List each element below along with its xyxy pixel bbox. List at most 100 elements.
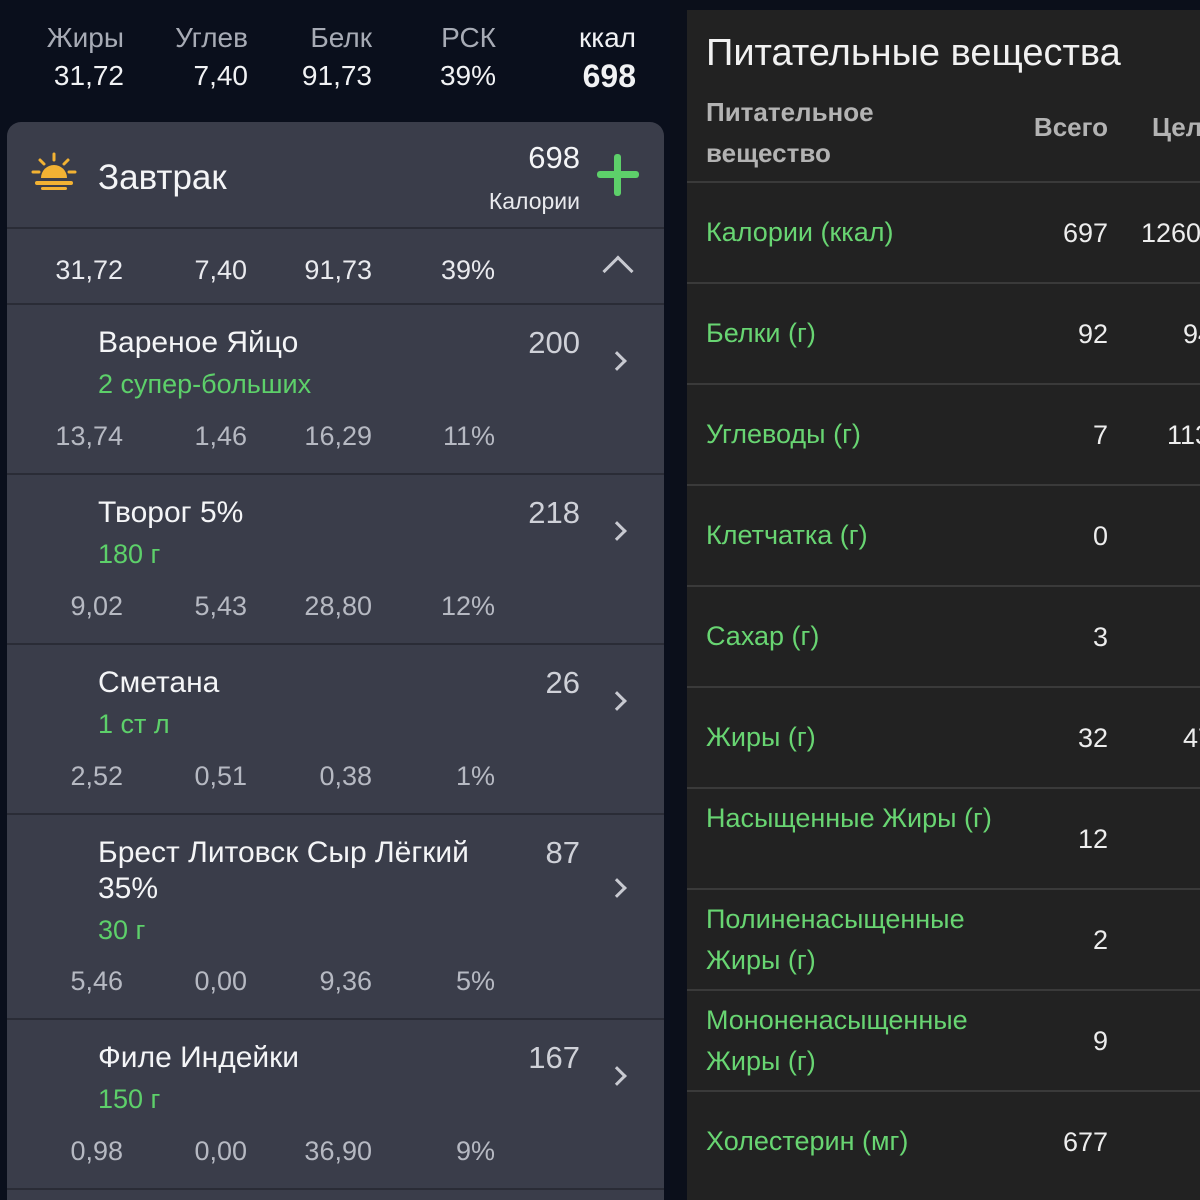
- nutrient-row: Белки (г) 92 94: [687, 282, 1200, 383]
- food-item[interactable]: Филе Индейки 150 г 167 0,98 0,00 36,90 9…: [7, 1020, 664, 1190]
- nutrient-total: 7: [1092, 420, 1108, 450]
- summary-protein: Белк 91,73: [290, 22, 372, 98]
- food-carb: 0,00: [194, 966, 247, 996]
- meal-header[interactable]: Завтрак 698 Калории: [7, 122, 664, 229]
- summary-kcal-value: 698: [582, 58, 636, 94]
- food-rdi: 1%: [455, 761, 495, 791]
- summary-fat-value: 31,72: [53, 60, 124, 91]
- food-rdi: 11%: [442, 421, 495, 451]
- nutrient-row: Жиры (г) 32 47: [687, 686, 1200, 787]
- chevron-right-icon[interactable]: [607, 521, 627, 541]
- nutrient-row: Мононенасыщенные Жиры (г) 9: [687, 989, 1200, 1090]
- nutrient-name: Насыщенные Жиры (г): [706, 803, 992, 833]
- column-header-goal: Цел: [1152, 112, 1200, 142]
- nutrient-total: 2: [1092, 925, 1108, 955]
- nutrient-row: Полиненасыщенные Жиры (г) 2: [687, 888, 1200, 989]
- nutrient-name: Клетчатка (г): [706, 520, 868, 550]
- food-calories: 167: [528, 1040, 580, 1075]
- food-item[interactable]: Сметана 1 ст л 26 2,52 0,51 0,38 1%: [7, 645, 664, 815]
- nutrient-row: Холестерин (мг) 677: [687, 1090, 1200, 1191]
- food-calories: 87: [545, 835, 580, 870]
- nutrient-name: Белки (г): [706, 318, 816, 348]
- summary-kcal: ккал 698: [560, 22, 636, 98]
- nutrient-name: Мононенасыщенные Жиры (г): [706, 1005, 968, 1076]
- summary-carb-value: 7,40: [193, 60, 249, 91]
- nutrient-row: Калории (ккал) 697 1260: [687, 181, 1200, 282]
- food-fat: 0,98: [70, 1136, 123, 1166]
- summary-carb-label: Углев: [175, 22, 248, 53]
- chevron-right-icon[interactable]: [607, 691, 627, 711]
- food-item[interactable]: Вареное Яйцо 2 супер-больших 200 13,74 1…: [7, 305, 664, 475]
- food-quantity: 2 супер-больших: [98, 369, 312, 399]
- column-header-nutrient: Питательное вещество: [706, 97, 874, 168]
- nutrient-name: Полиненасыщенные Жиры (г): [706, 904, 965, 975]
- meal-protein: 91,73: [304, 255, 372, 285]
- nutrient-total: 32: [1077, 723, 1108, 753]
- nutrient-total: 677: [1062, 1127, 1108, 1157]
- food-protein: 36,90: [304, 1136, 372, 1166]
- food-name: Вареное Яйцо: [98, 326, 299, 359]
- nutrient-name: Углеводы (г): [706, 419, 861, 449]
- food-quantity: 30 г: [98, 915, 146, 945]
- nutrient-total: 9: [1092, 1026, 1108, 1056]
- meal-title: Завтрак: [98, 158, 227, 197]
- nutrients-title: Питательные вещества: [706, 32, 1121, 74]
- nutrient-name: Холестерин (мг): [706, 1126, 909, 1156]
- food-item[interactable]: Брест Литовск Сыр Лёгкий 35% 30 г 87 5,4…: [7, 815, 664, 1020]
- nutrient-name: Сахар (г): [706, 621, 820, 651]
- nutrient-goal: 47: [1183, 723, 1200, 753]
- meal-card: Завтрак 698 Калории 31,72 7,40 91,73 39%…: [7, 122, 664, 1200]
- sunrise-icon: [31, 152, 77, 190]
- meal-calories-label: Калории: [488, 188, 580, 214]
- food-name: Творог 5%: [98, 496, 244, 529]
- meal-fat: 31,72: [55, 255, 123, 285]
- food-quantity: 150 г: [98, 1084, 161, 1114]
- food-fat: 13,74: [55, 421, 123, 451]
- summary-kcal-label: ккал: [578, 22, 636, 53]
- summary-protein-value: 91,73: [301, 60, 372, 91]
- nutrient-goal: 1260: [1141, 218, 1200, 248]
- nutrient-total: 12: [1077, 824, 1108, 854]
- meal-calories: 698: [528, 140, 580, 175]
- food-protein: 0,38: [319, 761, 372, 791]
- food-carb: 0,51: [194, 761, 247, 791]
- summary-fat: Жиры 31,72: [42, 22, 124, 98]
- food-name: Сметана: [98, 666, 220, 699]
- food-rdi: 12%: [440, 591, 495, 621]
- food-rdi: 9%: [455, 1136, 495, 1166]
- nutrient-name: Жиры (г): [706, 722, 816, 752]
- meal-carb: 7,40: [194, 255, 247, 285]
- nutrient-name: Калории (ккал): [706, 217, 894, 247]
- nutrient-total: 3: [1092, 622, 1108, 652]
- food-protein: 9,36: [319, 966, 372, 996]
- meal-macros: 31,72 7,40 91,73 39%: [7, 229, 664, 305]
- food-carb: 5,43: [194, 591, 247, 621]
- food-protein: 28,80: [304, 591, 372, 621]
- food-item[interactable]: Творог 5% 180 г 218 9,02 5,43 28,80 12%: [7, 475, 664, 645]
- nutrient-goal: 113: [1167, 420, 1200, 450]
- nutrients-panel: Питательные вещества Питательное веществ…: [687, 10, 1200, 1200]
- chevron-right-icon[interactable]: [607, 1066, 627, 1086]
- summary-fat-label: Жиры: [46, 22, 124, 53]
- diary-panel: Жиры 31,72 Углев 7,40 Белк 91,73 РСК 39%…: [0, 0, 670, 1200]
- food-rdi: 5%: [455, 966, 495, 996]
- plus-icon[interactable]: [597, 154, 639, 196]
- food-fat: 5,46: [70, 966, 123, 996]
- nutrient-row: Клетчатка (г) 0: [687, 484, 1200, 585]
- nutrient-total: 92: [1077, 319, 1108, 349]
- nutrient-row: Углеводы (г) 7 113: [687, 383, 1200, 484]
- summary-rdi-label: РСК: [441, 22, 496, 53]
- food-quantity: 180 г: [98, 539, 161, 569]
- food-fat: 9,02: [70, 591, 123, 621]
- nutrient-total: 0: [1092, 521, 1108, 551]
- food-fat: 2,52: [70, 761, 123, 791]
- food-name: Филе Индейки: [98, 1041, 300, 1074]
- chevron-right-icon[interactable]: [607, 878, 627, 898]
- summary-carb: Углев 7,40: [160, 22, 248, 98]
- summary-rdi-value: 39%: [439, 60, 496, 91]
- food-carb: 0,00: [194, 1136, 247, 1166]
- chevron-right-icon[interactable]: [607, 351, 627, 371]
- food-carb: 1,46: [194, 421, 247, 451]
- nutrient-goal: 94: [1183, 319, 1200, 349]
- nutrient-row: Сахар (г) 3: [687, 585, 1200, 686]
